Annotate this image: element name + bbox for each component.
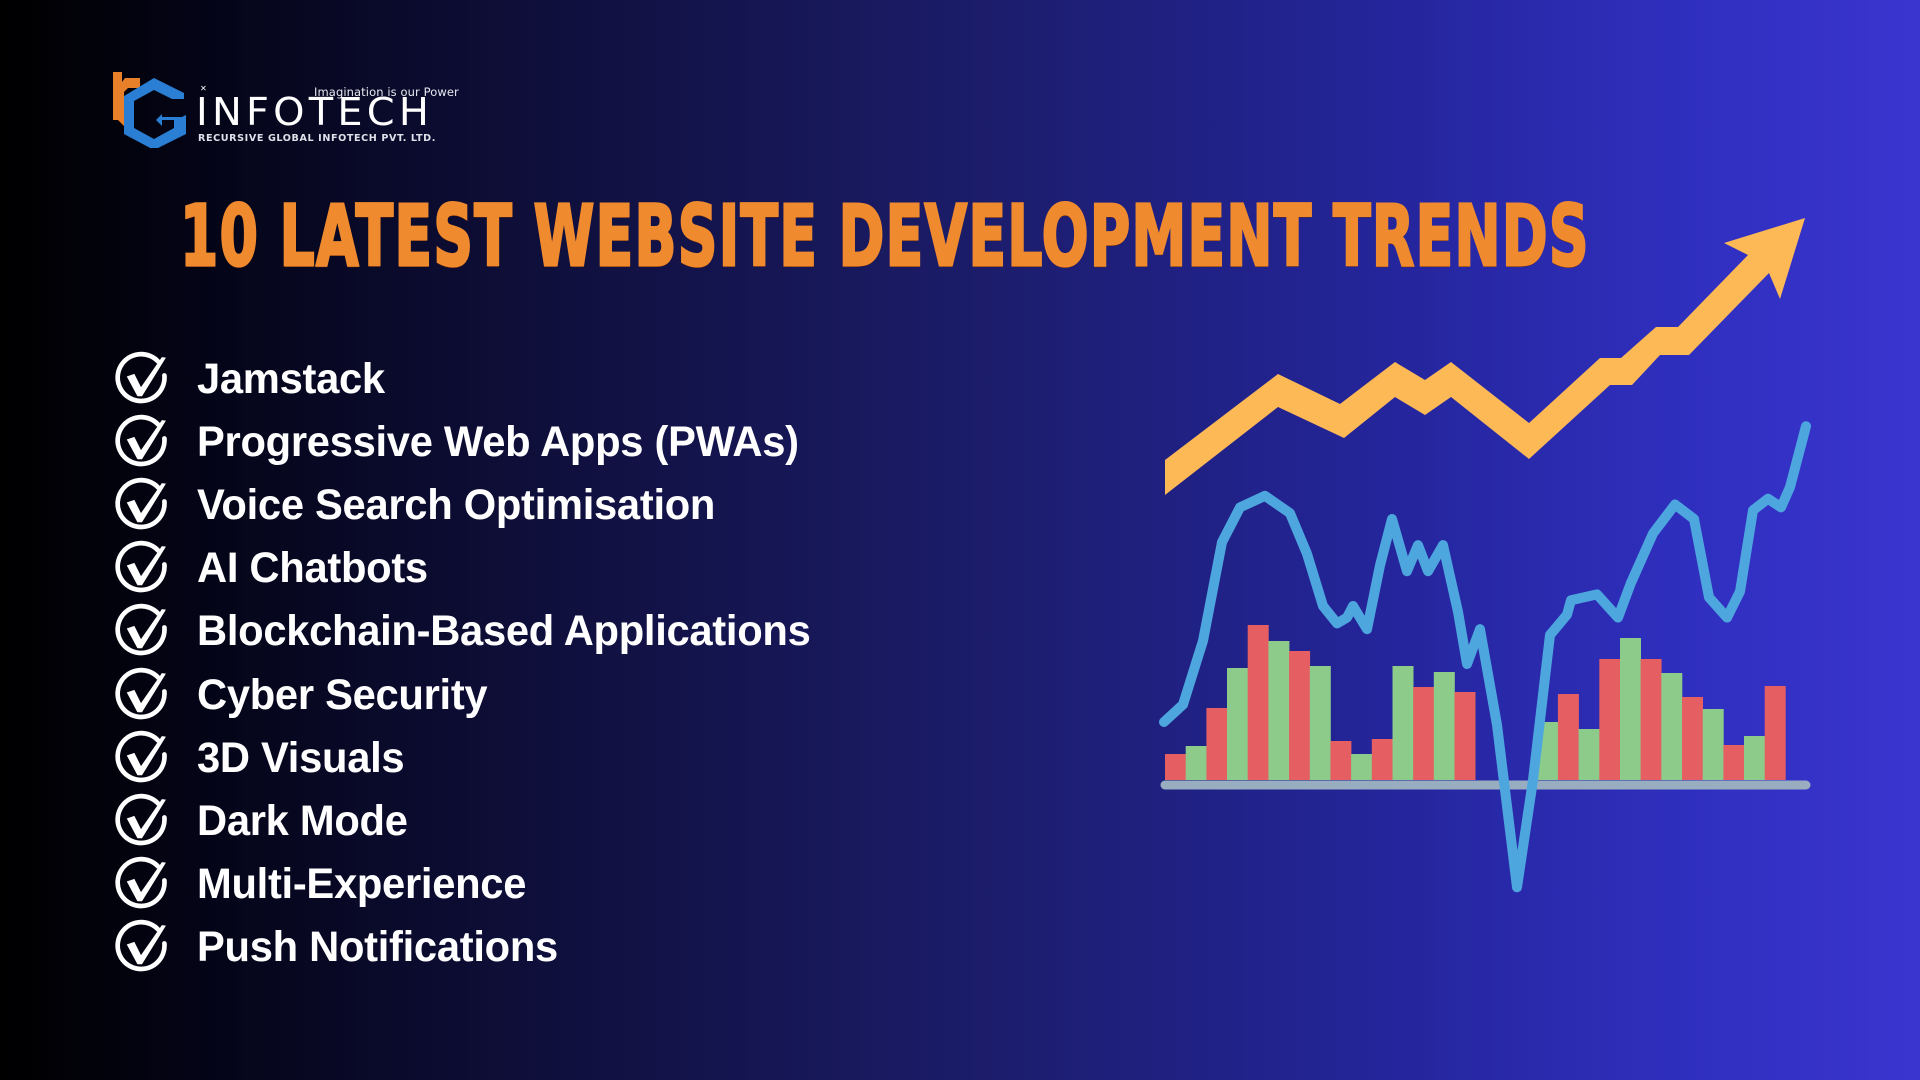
check-circle-icon [113,793,170,850]
list-item: Push Notifications [113,916,829,979]
list-item: Blockchain-Based Applications [113,600,829,663]
bar-red [1247,625,1269,780]
check-circle-icon [113,919,170,976]
bar-red [1764,686,1786,780]
bar-green [1351,754,1373,780]
logo-company-name: RECURSIVE GLOBAL INFOTECH PVT. LTD. [198,133,436,144]
trend-label: AI Chatbots [197,544,428,593]
trend-label: Progressive Web Apps (PWAs) [197,418,799,467]
trend-label: Voice Search Optimisation [197,481,716,530]
bar-red [1206,708,1228,780]
logo-name: INFOTECH [196,90,434,134]
trend-list: Jamstack Progressive Web Apps (PWAs) Voi… [113,348,829,979]
bar-green [1578,729,1600,780]
check-circle-icon [113,730,170,787]
bar-red [1682,697,1703,780]
bar-green [1744,736,1765,780]
check-circle-icon [113,414,170,471]
list-item: AI Chatbots [113,537,829,600]
bar-green [1227,668,1248,780]
trend-label: Jamstack [197,355,385,404]
list-item: Progressive Web Apps (PWAs) [113,411,829,474]
trend-label: 3D Visuals [197,733,405,782]
trend-label: Blockchain-Based Applications [197,607,811,656]
trend-label: Cyber Security [197,670,488,719]
bar-red [1640,659,1662,780]
page-title: 10 LATEST WEBSITE DEVELOPMENT TRENDS [179,187,1590,285]
list-item: Multi-Experience [113,853,829,916]
check-circle-icon [113,477,170,534]
bar-red [1371,739,1393,780]
bar-red [1723,745,1745,780]
bar-green [1433,672,1455,780]
bar-red [1557,694,1579,780]
list-item: 3D Visuals [113,727,829,790]
check-circle-icon [113,603,170,660]
bar-green [1392,666,1414,780]
bar-green [1185,746,1207,780]
check-circle-icon [113,351,170,408]
bar-red [1289,651,1311,780]
bar-green [1702,709,1724,780]
bar-red [1165,754,1186,780]
bar-red [1599,659,1621,780]
list-item: Jamstack [113,348,829,411]
trend-label: Multi-Experience [197,859,527,908]
bar-green [1661,673,1683,780]
check-circle-icon [113,667,170,724]
logo-rg-mark-icon [113,72,186,148]
bar-green [1309,666,1331,780]
list-item: Voice Search Optimisation [113,474,829,537]
bar-red [1454,692,1476,780]
trend-label: Dark Mode [197,796,408,845]
check-circle-icon [113,856,170,913]
bar-red [1413,687,1435,780]
company-logo: Imagination is our Power ✕ INFOTECH RECU… [112,68,459,152]
bar-green [1268,641,1290,780]
trend-label: Push Notifications [197,922,558,971]
bar-red [1330,741,1352,780]
bar-green [1620,638,1641,780]
list-item: Cyber Security [113,663,829,726]
list-item: Dark Mode [113,790,829,853]
check-circle-icon [113,540,170,597]
